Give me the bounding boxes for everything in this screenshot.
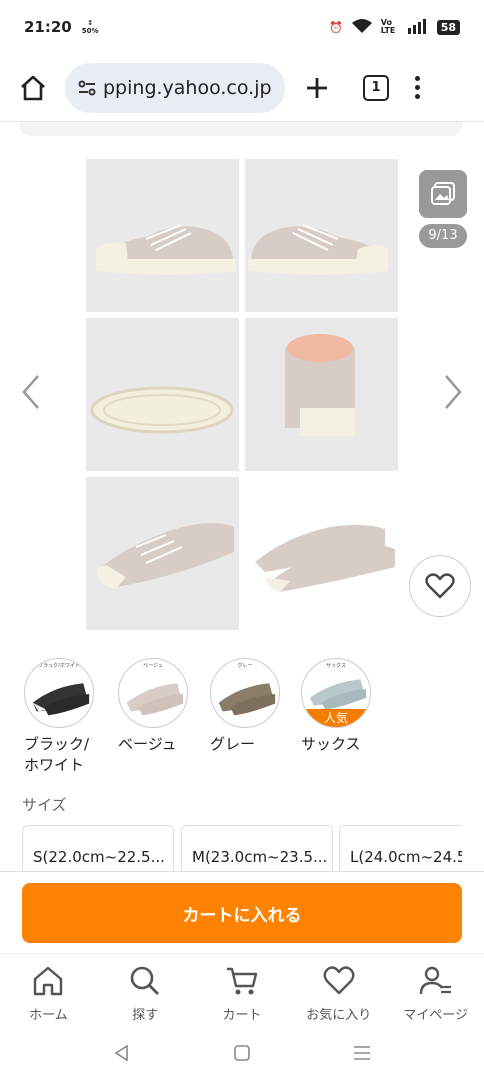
popular-badge: 人気 <box>302 709 370 727</box>
nav-cart[interactable]: カート <box>194 954 291 1025</box>
size-option-m[interactable]: M(23.0cm~23.5... <box>181 825 333 871</box>
home-icon <box>21 75 45 100</box>
nav-mypage[interactable]: マイページ <box>387 954 484 1025</box>
plus-icon <box>307 77 327 98</box>
color-option-black[interactable]: ブラック/ホワイト ブラック/ホワイト <box>24 658 114 776</box>
color-label: ベージュ <box>118 735 177 753</box>
bottom-navigation: ホーム 探す カート お気に入り マイページ <box>0 953 484 1025</box>
address-bar[interactable]: pping.yahoo.co.jp <box>65 62 285 113</box>
recents-home-icon[interactable] <box>232 1043 252 1063</box>
heart-icon <box>323 966 355 995</box>
product-gallery: 9/13 <box>0 140 484 650</box>
user-icon <box>419 966 451 995</box>
color-swatch: ベージュ <box>118 658 188 728</box>
product-image-back[interactable] <box>245 318 398 471</box>
color-variants: ブラック/ホワイト ブラック/ホワイト ベージュ ベージュ グレー グレー サッ… <box>24 658 464 778</box>
back-icon[interactable] <box>112 1043 132 1063</box>
heart-icon <box>425 573 455 599</box>
browser-toolbar: pping.yahoo.co.jp 1 <box>0 54 484 122</box>
nav-favorites[interactable]: お気に入り <box>290 954 387 1025</box>
status-time: 21:20 <box>24 18 72 36</box>
product-image-angle[interactable] <box>86 477 239 630</box>
battery-icon: 58 <box>436 19 460 35</box>
alarm-icon: ⏰ <box>328 20 343 34</box>
signal-icon <box>407 18 429 37</box>
card-bottom-edge <box>20 122 462 136</box>
product-image-side-left[interactable] <box>86 159 239 312</box>
home-button[interactable] <box>13 68 53 108</box>
color-option-beige[interactable]: ベージュ ベージュ <box>118 658 208 755</box>
color-label: ブラック/ホワイト <box>24 735 90 774</box>
data-rate: ↕ 50% <box>81 19 99 35</box>
color-label: サックス <box>301 735 361 753</box>
browser-menu-button[interactable] <box>415 76 420 99</box>
gallery-view-button[interactable] <box>419 170 467 218</box>
favorite-button[interactable] <box>409 555 471 617</box>
cart-bar: カートに入れる <box>0 871 484 953</box>
image-counter: 9/13 <box>419 224 467 248</box>
site-settings-icon[interactable] <box>77 78 97 98</box>
color-label: グレー <box>210 735 256 753</box>
nav-search[interactable]: 探す <box>97 954 194 1025</box>
color-swatch: ブラック/ホワイト <box>24 658 94 728</box>
search-icon <box>130 966 160 995</box>
menu-lines-icon[interactable] <box>352 1043 372 1063</box>
color-option-sax[interactable]: サックス 人気 サックス <box>301 658 391 755</box>
tab-switcher-button[interactable]: 1 <box>363 74 389 101</box>
add-to-cart-button[interactable]: カートに入れる <box>22 883 462 943</box>
nav-home[interactable]: ホーム <box>0 954 97 1025</box>
new-tab-button[interactable] <box>297 68 337 108</box>
size-option-s[interactable]: S(22.0cm~22.5... <box>22 825 174 871</box>
size-heading: サイズ <box>22 796 67 814</box>
system-navigation <box>0 1025 484 1080</box>
home-icon <box>34 966 63 996</box>
status-icons: ⏰ Vo LTE 58 <box>329 18 460 37</box>
product-image-side-right[interactable] <box>245 159 398 312</box>
gallery-prev-arrow[interactable] <box>18 372 44 412</box>
volte-label: Vo LTE <box>380 18 396 35</box>
color-option-gray[interactable]: グレー グレー <box>210 658 300 755</box>
size-options: S(22.0cm~22.5... M(23.0cm~23.5... L(24.0… <box>22 825 462 871</box>
url-text[interactable]: pping.yahoo.co.jp <box>103 77 272 99</box>
cart-icon <box>226 967 258 995</box>
product-image-sole[interactable] <box>86 318 239 471</box>
product-image-pair[interactable] <box>245 477 398 630</box>
size-option-l[interactable]: L(24.0cm~24.5 <box>339 825 462 871</box>
wifi-icon <box>351 18 373 37</box>
color-swatch: グレー <box>210 658 280 728</box>
gallery-next-arrow[interactable] <box>440 372 466 412</box>
status-bar: 21:20 ↕ 50% ⏰ Vo LTE 58 <box>0 0 484 54</box>
image-gallery-icon <box>431 182 455 205</box>
color-swatch: サックス 人気 <box>301 658 371 728</box>
